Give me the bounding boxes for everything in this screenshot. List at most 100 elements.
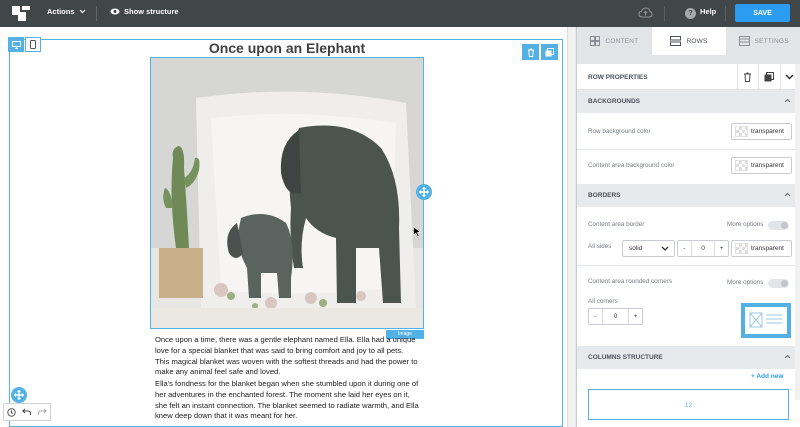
columns-section-header[interactable]: COLUMNS STRUCTURE bbox=[577, 346, 800, 369]
story-paragraph[interactable]: Ella's fondness for the blanket began wh… bbox=[155, 379, 419, 422]
canvas-scrollbar[interactable] bbox=[567, 27, 575, 427]
corner-preview bbox=[741, 303, 791, 338]
desktop-preview-button[interactable] bbox=[8, 37, 24, 52]
row-properties-bar: ROW PROPERTIES bbox=[577, 64, 800, 90]
history-toolbar bbox=[3, 403, 51, 421]
desktop-icon bbox=[11, 40, 21, 49]
border-style-value: solid bbox=[629, 245, 643, 252]
cloud-upload-icon[interactable] bbox=[638, 7, 653, 18]
mobile-preview-button[interactable] bbox=[25, 37, 41, 52]
redo-icon[interactable] bbox=[37, 408, 47, 416]
trash-icon bbox=[527, 48, 534, 57]
chevron-down-icon[interactable] bbox=[785, 74, 794, 80]
transparent-swatch bbox=[735, 160, 748, 171]
drag-handle[interactable] bbox=[416, 184, 432, 200]
chevron-down-icon bbox=[79, 9, 85, 14]
story-paragraph[interactable]: Once upon a time, there was a gentle ele… bbox=[155, 335, 419, 378]
chevron-down-icon bbox=[661, 246, 669, 251]
trash-icon[interactable] bbox=[743, 72, 752, 82]
actions-menu[interactable]: Actions bbox=[47, 7, 86, 16]
sidebar-scrollbar[interactable] bbox=[795, 64, 800, 400]
show-structure-button[interactable]: Show structure bbox=[110, 7, 179, 16]
divider bbox=[780, 64, 781, 90]
divider bbox=[577, 265, 800, 266]
row-bg-color-picker[interactable]: transparent bbox=[731, 123, 792, 140]
duplicate-icon[interactable] bbox=[764, 72, 774, 82]
border-color-value: transparent bbox=[751, 245, 784, 252]
corner-radius-value: 0 bbox=[613, 313, 618, 320]
backgrounds-section-header[interactable]: BACKGROUNDS bbox=[577, 90, 800, 113]
decrement-button[interactable]: - bbox=[589, 309, 603, 324]
corners-more-options-toggle[interactable] bbox=[768, 279, 789, 288]
save-button[interactable]: SAVE bbox=[735, 4, 790, 22]
row-bg-value: transparent bbox=[751, 128, 784, 135]
row-drag-handle[interactable] bbox=[11, 387, 27, 403]
divider bbox=[758, 64, 759, 90]
settings-icon bbox=[738, 36, 750, 46]
help-icon[interactable]: ? bbox=[685, 8, 696, 19]
eye-icon bbox=[110, 8, 120, 15]
tab-rows[interactable]: ROWS bbox=[651, 27, 727, 55]
all-sides-label: All sides bbox=[588, 243, 612, 250]
chevron-up-icon bbox=[784, 98, 791, 103]
move-icon bbox=[14, 390, 24, 400]
duplicate-icon bbox=[545, 47, 554, 56]
tab-settings[interactable]: SETTINGS bbox=[726, 27, 800, 55]
elephant-illustration-icon bbox=[151, 58, 423, 328]
content-bg-value: transparent bbox=[751, 162, 784, 169]
history-icon[interactable] bbox=[7, 407, 16, 417]
border-width-value: 0 bbox=[701, 245, 705, 252]
topbar-divider bbox=[725, 6, 726, 21]
border-more-options-toggle[interactable] bbox=[768, 221, 789, 230]
decrement-button[interactable]: - bbox=[678, 241, 692, 256]
corner-preview-frame bbox=[745, 307, 787, 334]
app-logo-icon bbox=[12, 6, 30, 21]
elephant-image[interactable] bbox=[150, 57, 424, 329]
tab-rows-label: ROWS bbox=[686, 37, 708, 45]
backgrounds-header-label: BACKGROUNDS bbox=[588, 98, 640, 105]
topbar-divider bbox=[664, 6, 665, 21]
move-icon bbox=[419, 187, 429, 197]
sidebar-tabs: CONTENT ROWS SETTINGS bbox=[577, 27, 800, 55]
topbar-divider bbox=[96, 6, 97, 21]
corner-radius-stepper[interactable]: - 0 + bbox=[588, 308, 643, 325]
layout-preview-icon bbox=[749, 312, 782, 328]
help-link[interactable]: Help bbox=[700, 7, 716, 16]
show-structure-label: Show structure bbox=[124, 7, 179, 16]
border-width-stepper[interactable]: - 0 + bbox=[677, 240, 729, 257]
row-bg-label: Row background color bbox=[588, 128, 651, 135]
delete-row-button[interactable] bbox=[522, 44, 539, 60]
content-border-label: Content area border bbox=[588, 221, 645, 228]
rows-icon bbox=[670, 36, 682, 46]
borders-section-header[interactable]: BORDERS bbox=[577, 184, 800, 207]
tab-content-label: CONTENT bbox=[605, 37, 639, 45]
borders-header-label: BORDERS bbox=[588, 192, 621, 199]
chevron-up-icon bbox=[784, 192, 791, 197]
divider bbox=[577, 149, 800, 150]
top-bar: Actions Show structure ? Help SAVE bbox=[0, 0, 800, 27]
content-bg-color-picker[interactable]: transparent bbox=[731, 157, 792, 174]
properties-sidebar: CONTENT ROWS SETTINGS ROW PROPERTIES BAC… bbox=[576, 27, 800, 427]
chevron-up-icon bbox=[784, 354, 791, 359]
border-color-picker[interactable]: transparent bbox=[731, 240, 792, 257]
transparent-swatch bbox=[735, 126, 748, 137]
undo-icon[interactable] bbox=[22, 408, 32, 416]
rounded-corners-label: Content area rounded corners bbox=[588, 278, 673, 285]
mobile-icon bbox=[30, 40, 36, 49]
border-style-select[interactable]: solid bbox=[622, 240, 675, 257]
tab-settings-label: SETTINGS bbox=[754, 37, 789, 45]
increment-button[interactable]: + bbox=[714, 241, 728, 256]
add-new-column-button[interactable]: + Add new bbox=[751, 373, 783, 380]
content-bg-label: Content area background color bbox=[588, 162, 675, 169]
divider bbox=[737, 64, 738, 90]
all-corners-label: All corners bbox=[588, 298, 618, 305]
duplicate-row-button[interactable] bbox=[541, 44, 558, 60]
grid-icon bbox=[590, 36, 601, 46]
increment-button[interactable]: + bbox=[628, 309, 642, 324]
tab-content[interactable]: CONTENT bbox=[577, 27, 652, 55]
transparent-swatch bbox=[735, 243, 748, 254]
more-options-label: More options bbox=[727, 221, 764, 228]
row-properties-title: ROW PROPERTIES bbox=[588, 74, 648, 81]
column-structure-item[interactable]: 12 bbox=[588, 389, 789, 420]
actions-label: Actions bbox=[47, 7, 75, 16]
